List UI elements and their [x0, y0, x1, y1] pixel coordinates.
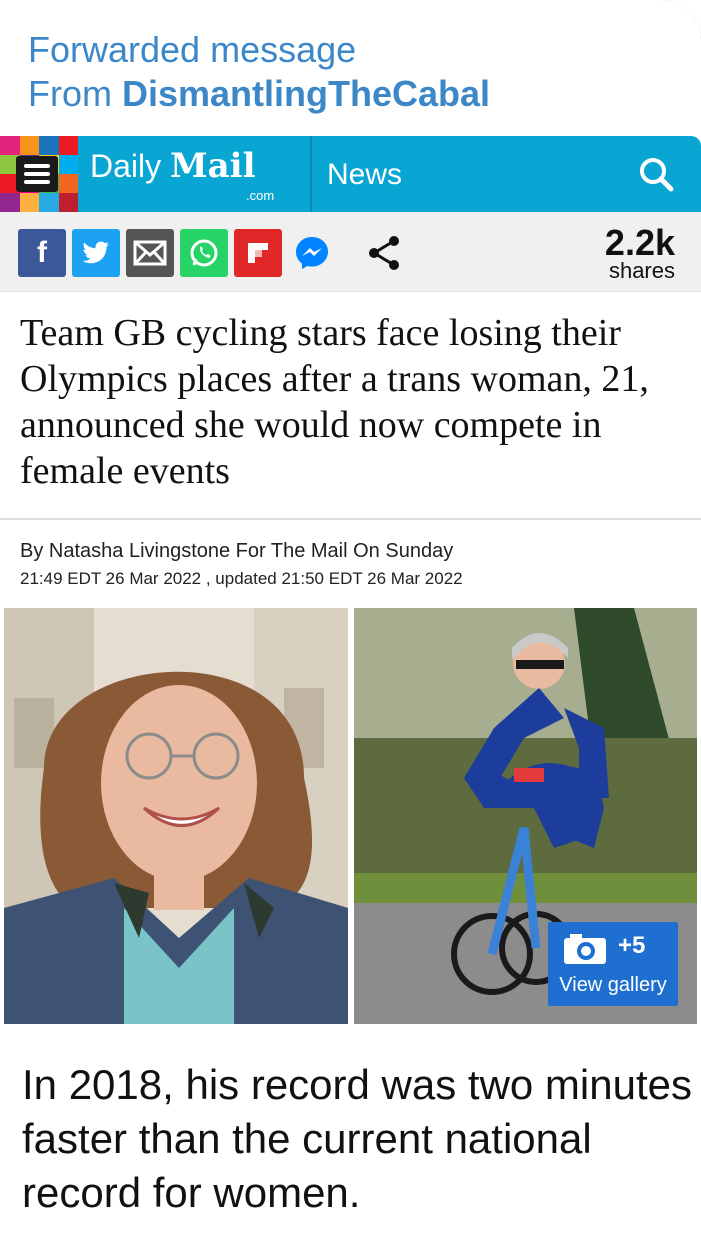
share-count-label: shares: [608, 258, 675, 283]
dailymail-brand[interactable]: Daily Mail: [90, 146, 256, 186]
share-count-value: 2.2k: [604, 222, 675, 263]
whatsapp-icon[interactable]: [180, 229, 228, 277]
search-icon[interactable]: [636, 154, 676, 194]
camera-icon: [562, 932, 608, 971]
share-icon[interactable]: [360, 229, 408, 277]
facebook-icon[interactable]: f: [18, 229, 66, 277]
brand-daily: Daily: [90, 148, 162, 184]
view-gallery-button[interactable]: +5 View gallery: [548, 922, 678, 1006]
header-divider: [310, 136, 312, 212]
forwarded-channel-name[interactable]: DismantlingTheCabal: [122, 73, 490, 114]
forwarded-from[interactable]: From DismantlingTheCabal: [28, 72, 490, 116]
brand-mail: Mail: [170, 146, 256, 186]
share-bar: f 2.2k shares: [0, 212, 701, 292]
brand-com: .com: [246, 188, 275, 203]
menu-icon[interactable]: [16, 156, 58, 192]
message-bubble: Forwarded message From DismantlingTheCab…: [0, 0, 701, 1248]
forwarded-from-prefix: From: [28, 73, 122, 114]
article-headline[interactable]: Team GB cycling stars face losing their …: [20, 310, 690, 494]
section-news[interactable]: News: [327, 158, 402, 192]
article-screenshot[interactable]: Daily Mail .com News f 2.2k shares Team …: [0, 136, 701, 1026]
forwarded-header: Forwarded message From DismantlingTheCab…: [28, 28, 490, 116]
gallery-label: View gallery: [559, 974, 667, 996]
gallery-count: +5: [618, 932, 646, 959]
headline-divider: [0, 518, 701, 520]
article-timestamp: 21:49 EDT 26 Mar 2022 , updated 21:50 ED…: [20, 569, 463, 588]
flipboard-icon[interactable]: [234, 229, 282, 277]
photo-portrait[interactable]: [4, 608, 348, 1024]
messenger-icon[interactable]: [288, 229, 336, 277]
dailymail-header: Daily Mail .com News: [0, 136, 701, 212]
message-caption: In 2018, his record was two minutes fast…: [22, 1061, 692, 1216]
twitter-icon[interactable]: [72, 229, 120, 277]
forwarded-label: Forwarded message: [28, 29, 357, 70]
email-icon[interactable]: [126, 229, 174, 277]
share-count: 2.2k shares: [604, 222, 675, 283]
article-byline[interactable]: By Natasha Livingstone For The Mail On S…: [20, 538, 453, 564]
